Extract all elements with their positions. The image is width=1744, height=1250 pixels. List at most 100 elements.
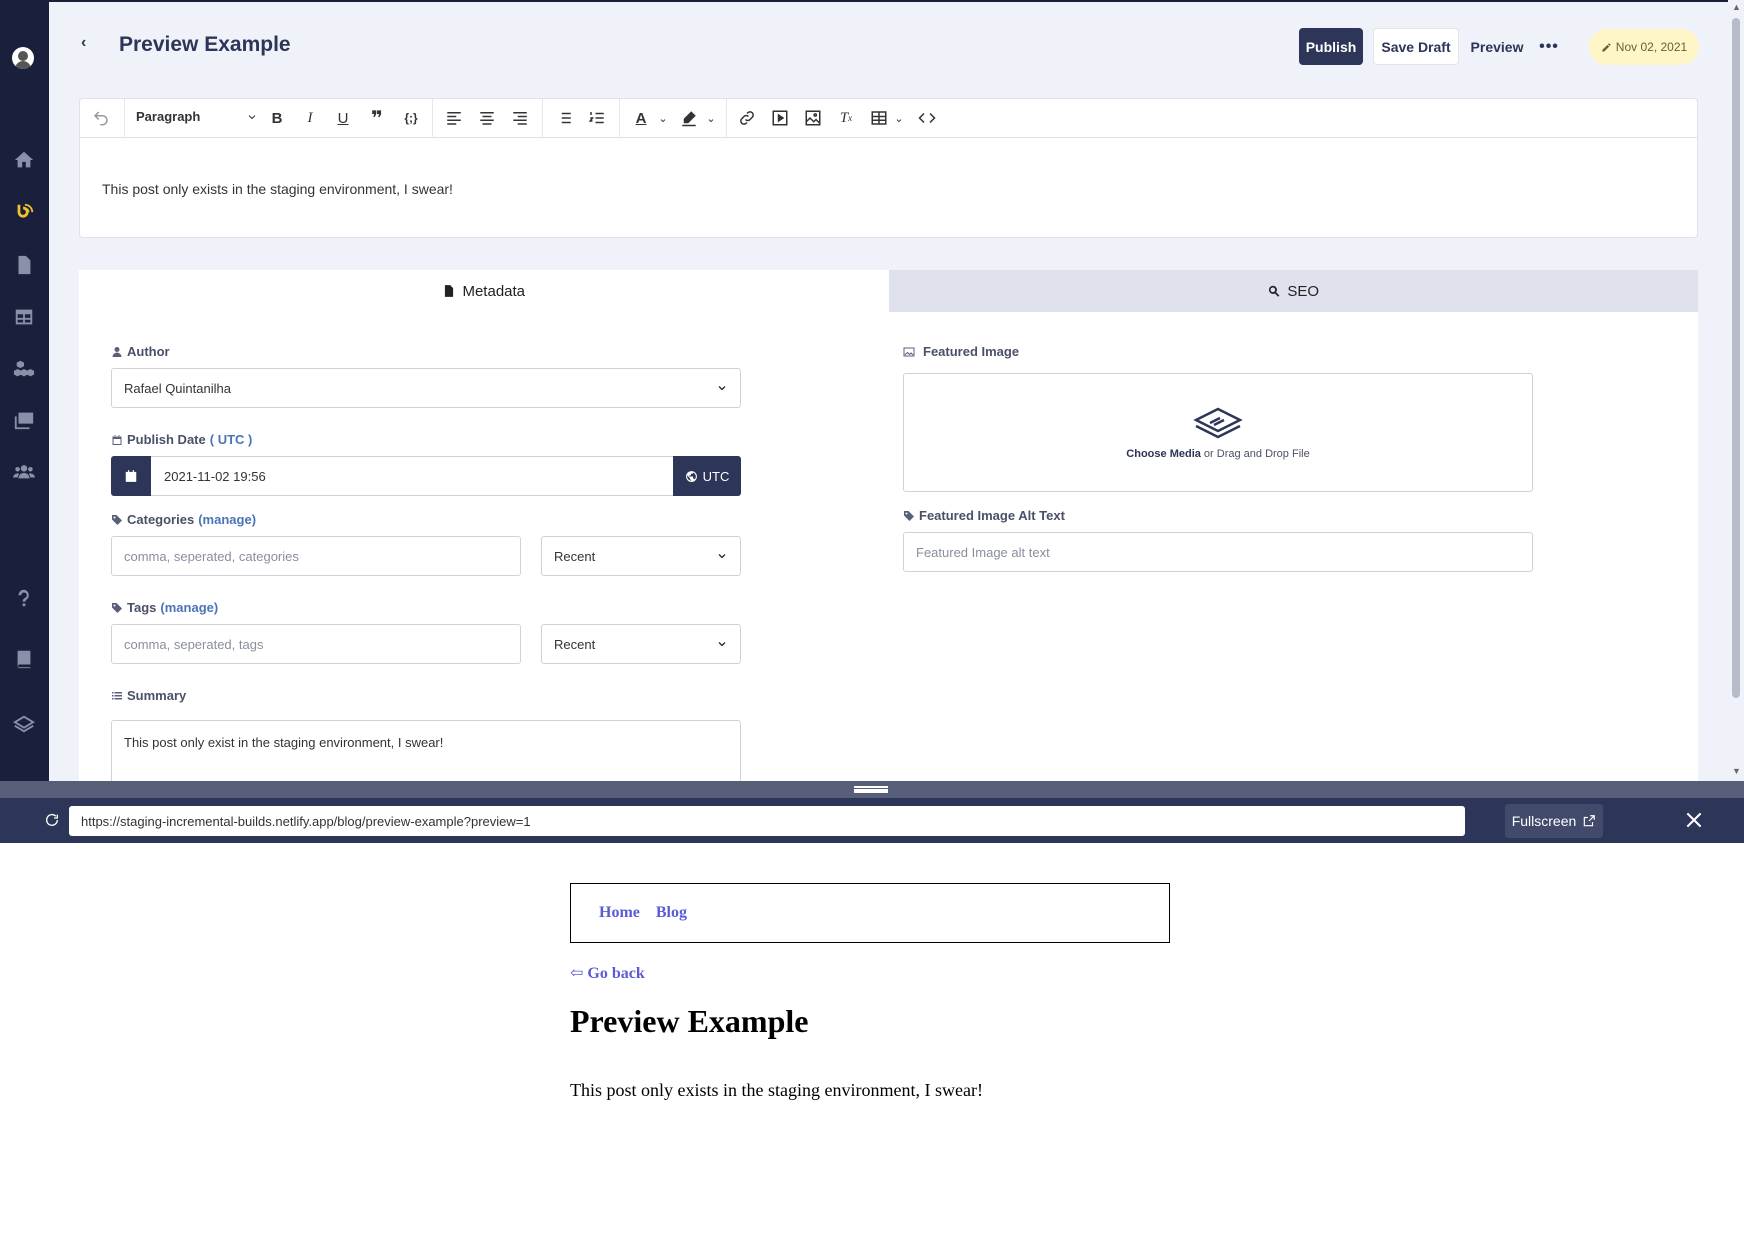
timezone-button[interactable]: UTC <box>673 456 741 496</box>
preview-url-bar: https://staging-incremental-builds.netli… <box>0 798 1744 843</box>
home-icon[interactable] <box>12 148 36 172</box>
users-icon[interactable] <box>12 460 36 484</box>
metadata-panel: Author Rafael Quintanilha Publish Date (… <box>79 312 1698 781</box>
clear-format-icon[interactable]: Tx <box>835 107 857 129</box>
book-icon[interactable] <box>12 647 36 671</box>
categories-recent-select[interactable]: Recent <box>541 536 741 576</box>
preview-resize-handle[interactable] <box>0 781 1744 798</box>
choose-media-link[interactable]: Choose Media <box>1126 448 1201 460</box>
block-format-select[interactable]: Paragraph <box>136 109 258 129</box>
cubes-icon[interactable] <box>12 357 36 381</box>
list-icon <box>112 691 122 699</box>
categories-input[interactable]: comma, seperated, categories <box>111 536 521 576</box>
preview-body: This post only exists in the staging env… <box>570 1080 983 1100</box>
numbered-list-icon[interactable] <box>586 107 608 129</box>
editor-toolbar: Paragraph B I U ❞ {;} A ⌄ ⌄ Tx ⌄ <box>80 99 1697 138</box>
code-block-icon[interactable]: {;} <box>400 107 422 129</box>
reload-icon[interactable] <box>44 812 60 828</box>
align-right-icon[interactable] <box>509 107 531 129</box>
avatar[interactable] <box>12 47 34 69</box>
nav-home-link[interactable]: Home <box>599 904 640 922</box>
table-icon[interactable] <box>12 305 36 329</box>
chevron-down-icon[interactable]: ⌄ <box>700 107 722 129</box>
featured-image-dropzone[interactable]: Choose Media or Drag and Drop File <box>903 373 1533 492</box>
source-code-icon[interactable] <box>916 107 938 129</box>
editor-content[interactable]: This post only exists in the staging env… <box>80 138 1697 240</box>
back-button[interactable]: ‹ <box>81 34 101 54</box>
calendar-icon <box>125 470 137 482</box>
highlight-icon[interactable] <box>678 107 700 129</box>
chevron-down-icon[interactable]: ⌄ <box>888 107 910 129</box>
sidebar <box>0 0 49 781</box>
page-icon[interactable] <box>12 253 36 277</box>
go-back-link[interactable]: ⇦ Go back <box>570 963 645 983</box>
calendar-button[interactable] <box>111 456 151 496</box>
chevron-down-icon <box>246 111 258 126</box>
calendar-icon <box>112 434 122 445</box>
layers-icon[interactable] <box>12 712 36 736</box>
tags-recent-select[interactable]: Recent <box>541 624 741 664</box>
editor-main: ‹ Preview Example Publish Save Draft Pre… <box>49 0 1728 781</box>
tags-icon <box>112 514 122 525</box>
chevron-down-icon <box>716 638 728 650</box>
save-draft-button[interactable]: Save Draft <box>1373 28 1459 65</box>
help-icon[interactable] <box>12 586 36 610</box>
utc-link[interactable]: UTC <box>218 432 245 447</box>
bullet-list-icon[interactable] <box>553 107 575 129</box>
categories-manage-link[interactable]: manage <box>203 512 252 527</box>
chevron-down-icon[interactable]: ⌄ <box>652 107 674 129</box>
user-icon <box>112 346 122 357</box>
preview-nav: Home Blog <box>570 883 1170 943</box>
metadata-tabs: Metadata SEO <box>79 270 1698 312</box>
alt-text-label: Featured Image Alt Text <box>903 508 1065 523</box>
summary-label: Summary <box>111 688 186 703</box>
date-badge[interactable]: Nov 02, 2021 <box>1589 29 1699 65</box>
preview-url-input[interactable]: https://staging-incremental-builds.netli… <box>69 806 1465 836</box>
pencil-icon <box>1602 42 1611 52</box>
link-icon[interactable] <box>736 107 758 129</box>
scroll-thumb[interactable] <box>1732 18 1740 698</box>
underline-icon[interactable]: U <box>332 107 354 129</box>
page-title: Preview Example <box>119 33 291 56</box>
external-link-icon <box>1584 815 1596 827</box>
summary-textarea[interactable]: This post only exist in the staging envi… <box>111 720 741 781</box>
scroll-down-icon[interactable]: ▼ <box>1732 766 1741 776</box>
globe-icon <box>685 470 697 482</box>
images-icon[interactable] <box>12 408 36 432</box>
main-scrollbar[interactable]: ▲ ▼ <box>1728 0 1744 781</box>
fullscreen-button[interactable]: Fullscreen <box>1505 804 1603 838</box>
media-layers-icon <box>1193 407 1243 438</box>
date-label: Nov 02, 2021 <box>1615 40 1688 54</box>
italic-icon[interactable]: I <box>299 107 321 129</box>
author-select[interactable]: Rafael Quintanilha <box>111 368 741 408</box>
close-icon[interactable] <box>1684 810 1706 832</box>
text-color-icon[interactable]: A <box>630 107 652 129</box>
publish-date-group: 2021-11-02 19:56 UTC <box>111 456 741 496</box>
more-options-button[interactable]: ••• <box>1537 28 1561 65</box>
image-icon[interactable] <box>802 107 824 129</box>
bold-icon[interactable]: B <box>266 107 288 129</box>
preview-button[interactable]: Preview <box>1467 28 1527 65</box>
preview-frame: Home Blog ⇦ Go back Preview Example This… <box>0 843 1744 1250</box>
search-icon <box>1269 285 1280 297</box>
align-left-icon[interactable] <box>443 107 465 129</box>
categories-label: Categories (manage) <box>111 512 256 527</box>
block-format-label: Paragraph <box>136 109 201 124</box>
video-icon[interactable] <box>769 107 791 129</box>
blog-icon[interactable] <box>12 201 36 225</box>
tab-metadata[interactable]: Metadata <box>79 270 889 312</box>
nav-blog-link[interactable]: Blog <box>656 904 687 922</box>
alt-text-input[interactable]: Featured Image alt text <box>903 532 1533 572</box>
table-icon[interactable] <box>868 107 890 129</box>
align-center-icon[interactable] <box>476 107 498 129</box>
undo-icon[interactable] <box>90 107 112 129</box>
scroll-up-icon[interactable]: ▲ <box>1732 2 1741 12</box>
quote-icon[interactable]: ❞ <box>366 107 388 130</box>
author-label: Author <box>111 344 170 359</box>
tags-input[interactable]: comma, seperated, tags <box>111 624 521 664</box>
publish-date-input[interactable]: 2021-11-02 19:56 <box>151 456 673 496</box>
tags-manage-link[interactable]: manage <box>165 600 214 615</box>
tab-seo[interactable]: SEO <box>888 270 1698 312</box>
tag-icon <box>904 510 914 521</box>
publish-button[interactable]: Publish <box>1299 28 1363 65</box>
